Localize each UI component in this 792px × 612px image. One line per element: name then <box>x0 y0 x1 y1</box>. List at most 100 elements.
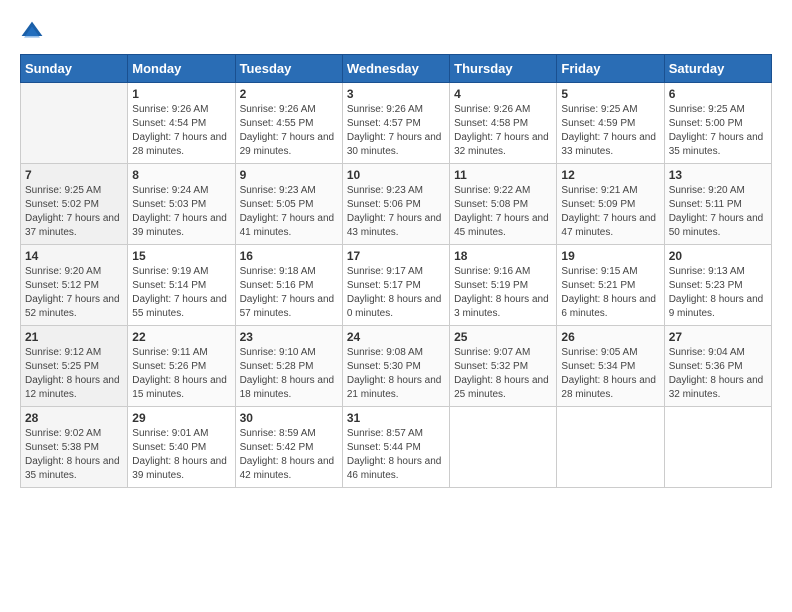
day-number: 25 <box>454 330 552 344</box>
day-number: 3 <box>347 87 445 101</box>
calendar-cell: 6 Sunrise: 9:25 AMSunset: 5:00 PMDaylight… <box>664 83 771 164</box>
calendar-cell: 20 Sunrise: 9:13 AMSunset: 5:23 PMDayligh… <box>664 245 771 326</box>
day-number: 11 <box>454 168 552 182</box>
day-info: Sunrise: 9:26 AMSunset: 4:57 PMDaylight:… <box>347 103 445 159</box>
calendar-cell: 9 Sunrise: 9:23 AMSunset: 5:05 PMDaylight… <box>235 164 342 245</box>
day-info: Sunrise: 9:24 AMSunset: 5:03 PMDaylight:… <box>132 184 230 240</box>
day-info: Sunrise: 9:05 AMSunset: 5:34 PMDaylight:… <box>561 346 659 402</box>
calendar-cell: 24 Sunrise: 9:08 AMSunset: 5:30 PMDayligh… <box>342 326 449 407</box>
day-info: Sunrise: 9:02 AMSunset: 5:38 PMDaylight:… <box>25 427 123 483</box>
calendar-cell: 5 Sunrise: 9:25 AMSunset: 4:59 PMDaylight… <box>557 83 664 164</box>
calendar-cell: 28 Sunrise: 9:02 AMSunset: 5:38 PMDayligh… <box>21 407 128 488</box>
day-info: Sunrise: 9:16 AMSunset: 5:19 PMDaylight:… <box>454 265 552 321</box>
day-info: Sunrise: 9:07 AMSunset: 5:32 PMDaylight:… <box>454 346 552 402</box>
calendar-cell: 25 Sunrise: 9:07 AMSunset: 5:32 PMDayligh… <box>450 326 557 407</box>
day-number: 1 <box>132 87 230 101</box>
day-info: Sunrise: 9:26 AMSunset: 4:55 PMDaylight:… <box>240 103 338 159</box>
calendar-week-1: 1 Sunrise: 9:26 AMSunset: 4:54 PMDaylight… <box>21 83 772 164</box>
calendar-cell: 31Sunrise: 8:57 AMSunset: 5:44 PMDayligh… <box>342 407 449 488</box>
day-number: 16 <box>240 249 338 263</box>
day-info: Sunrise: 9:17 AMSunset: 5:17 PMDaylight:… <box>347 265 445 321</box>
calendar-table: SundayMondayTuesdayWednesdayThursdayFrid… <box>20 54 772 488</box>
day-number: 29 <box>132 411 230 425</box>
day-info: Sunrise: 9:12 AMSunset: 5:25 PMDaylight:… <box>25 346 123 402</box>
day-number: 20 <box>669 249 767 263</box>
day-info: Sunrise: 9:13 AMSunset: 5:23 PMDaylight:… <box>669 265 767 321</box>
day-info: Sunrise: 9:23 AMSunset: 5:06 PMDaylight:… <box>347 184 445 240</box>
weekday-header-thursday: Thursday <box>450 55 557 83</box>
calendar-cell: 10 Sunrise: 9:23 AMSunset: 5:06 PMDayligh… <box>342 164 449 245</box>
day-info: Sunrise: 9:01 AMSunset: 5:40 PMDaylight:… <box>132 427 230 483</box>
day-info: Sunrise: 9:20 AMSunset: 5:12 PMDaylight:… <box>25 265 123 321</box>
weekday-header-tuesday: Tuesday <box>235 55 342 83</box>
day-number: 17 <box>347 249 445 263</box>
day-number: 31 <box>347 411 445 425</box>
day-info: Sunrise: 9:25 AMSunset: 4:59 PMDaylight:… <box>561 103 659 159</box>
day-info: Sunrise: 9:19 AMSunset: 5:14 PMDaylight:… <box>132 265 230 321</box>
day-info: Sunrise: 9:15 AMSunset: 5:21 PMDaylight:… <box>561 265 659 321</box>
calendar-cell <box>664 407 771 488</box>
calendar-cell: 7 Sunrise: 9:25 AMSunset: 5:02 PMDaylight… <box>21 164 128 245</box>
calendar-cell: 26 Sunrise: 9:05 AMSunset: 5:34 PMDayligh… <box>557 326 664 407</box>
day-info: Sunrise: 9:21 AMSunset: 5:09 PMDaylight:… <box>561 184 659 240</box>
day-info: Sunrise: 9:22 AMSunset: 5:08 PMDaylight:… <box>454 184 552 240</box>
calendar-week-3: 14 Sunrise: 9:20 AMSunset: 5:12 PMDayligh… <box>21 245 772 326</box>
day-number: 22 <box>132 330 230 344</box>
day-number: 12 <box>561 168 659 182</box>
calendar-cell: 30Sunrise: 8:59 AMSunset: 5:42 PMDayligh… <box>235 407 342 488</box>
day-info: Sunrise: 9:18 AMSunset: 5:16 PMDaylight:… <box>240 265 338 321</box>
day-number: 13 <box>669 168 767 182</box>
day-number: 15 <box>132 249 230 263</box>
day-number: 26 <box>561 330 659 344</box>
day-number: 7 <box>25 168 123 182</box>
day-info: Sunrise: 9:10 AMSunset: 5:28 PMDaylight:… <box>240 346 338 402</box>
weekday-header-saturday: Saturday <box>664 55 771 83</box>
calendar-cell: 14 Sunrise: 9:20 AMSunset: 5:12 PMDayligh… <box>21 245 128 326</box>
day-number: 27 <box>669 330 767 344</box>
day-number: 9 <box>240 168 338 182</box>
day-number: 2 <box>240 87 338 101</box>
day-number: 6 <box>669 87 767 101</box>
day-number: 8 <box>132 168 230 182</box>
calendar-week-4: 21Sunrise: 9:12 AMSunset: 5:25 PMDayligh… <box>21 326 772 407</box>
logo-icon <box>20 20 44 44</box>
calendar-cell <box>450 407 557 488</box>
calendar-cell: 3 Sunrise: 9:26 AMSunset: 4:57 PMDaylight… <box>342 83 449 164</box>
weekday-header-monday: Monday <box>128 55 235 83</box>
calendar-cell: 12 Sunrise: 9:21 AMSunset: 5:09 PMDayligh… <box>557 164 664 245</box>
calendar-cell: 13 Sunrise: 9:20 AMSunset: 5:11 PMDayligh… <box>664 164 771 245</box>
weekday-header-friday: Friday <box>557 55 664 83</box>
day-info: Sunrise: 9:25 AMSunset: 5:02 PMDaylight:… <box>25 184 123 240</box>
weekday-header-wednesday: Wednesday <box>342 55 449 83</box>
calendar-cell <box>21 83 128 164</box>
day-info: Sunrise: 9:26 AMSunset: 4:58 PMDaylight:… <box>454 103 552 159</box>
day-number: 4 <box>454 87 552 101</box>
calendar-cell: 27 Sunrise: 9:04 AMSunset: 5:36 PMDayligh… <box>664 326 771 407</box>
calendar-week-2: 7 Sunrise: 9:25 AMSunset: 5:02 PMDaylight… <box>21 164 772 245</box>
day-number: 14 <box>25 249 123 263</box>
calendar-cell: 17 Sunrise: 9:17 AMSunset: 5:17 PMDayligh… <box>342 245 449 326</box>
day-number: 28 <box>25 411 123 425</box>
day-number: 24 <box>347 330 445 344</box>
day-info: Sunrise: 9:23 AMSunset: 5:05 PMDaylight:… <box>240 184 338 240</box>
day-info: Sunrise: 9:04 AMSunset: 5:36 PMDaylight:… <box>669 346 767 402</box>
calendar-week-5: 28 Sunrise: 9:02 AMSunset: 5:38 PMDayligh… <box>21 407 772 488</box>
calendar-cell: 19Sunrise: 9:15 AMSunset: 5:21 PMDayligh… <box>557 245 664 326</box>
day-number: 5 <box>561 87 659 101</box>
calendar-cell <box>557 407 664 488</box>
day-info: Sunrise: 9:26 AMSunset: 4:54 PMDaylight:… <box>132 103 230 159</box>
calendar-cell: 4 Sunrise: 9:26 AMSunset: 4:58 PMDaylight… <box>450 83 557 164</box>
day-info: Sunrise: 9:20 AMSunset: 5:11 PMDaylight:… <box>669 184 767 240</box>
day-info: Sunrise: 9:25 AMSunset: 5:00 PMDaylight:… <box>669 103 767 159</box>
day-number: 30 <box>240 411 338 425</box>
calendar-cell: 11 Sunrise: 9:22 AMSunset: 5:08 PMDayligh… <box>450 164 557 245</box>
calendar-cell: 23Sunrise: 9:10 AMSunset: 5:28 PMDayligh… <box>235 326 342 407</box>
day-info: Sunrise: 9:08 AMSunset: 5:30 PMDaylight:… <box>347 346 445 402</box>
header <box>20 20 772 44</box>
day-number: 10 <box>347 168 445 182</box>
calendar-cell: 1 Sunrise: 9:26 AMSunset: 4:54 PMDaylight… <box>128 83 235 164</box>
calendar-cell: 8 Sunrise: 9:24 AMSunset: 5:03 PMDaylight… <box>128 164 235 245</box>
calendar-cell: 16 Sunrise: 9:18 AMSunset: 5:16 PMDayligh… <box>235 245 342 326</box>
calendar-cell: 29 Sunrise: 9:01 AMSunset: 5:40 PMDayligh… <box>128 407 235 488</box>
calendar-cell: 18Sunrise: 9:16 AMSunset: 5:19 PMDayligh… <box>450 245 557 326</box>
